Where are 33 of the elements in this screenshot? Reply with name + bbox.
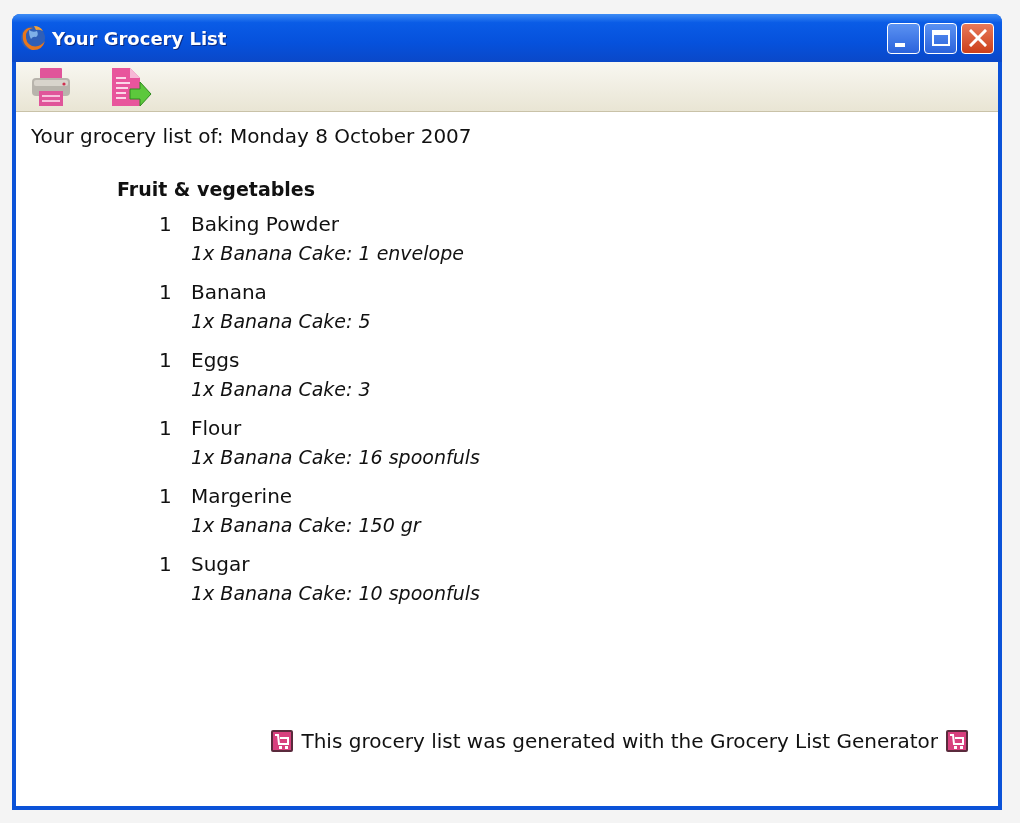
printer-icon[interactable]: [30, 66, 72, 107]
globe-icon: [20, 25, 46, 51]
item-name: Margerine: [191, 483, 294, 510]
maximize-icon: [931, 30, 950, 46]
maximize-button[interactable]: [924, 22, 957, 54]
footer-note: This grocery list was generated with the Grocery List Generator: [301, 729, 938, 753]
close-button[interactable]: [961, 22, 994, 54]
minimize-icon: [894, 43, 905, 47]
item-note: 1x Banana Cake: 3: [191, 377, 371, 402]
item-name: Eggs: [191, 347, 241, 374]
item-quantity: 1: [159, 551, 173, 578]
item-quantity: 1: [159, 279, 173, 306]
item-quantity: 1: [159, 415, 173, 442]
document-arrow-icon[interactable]: [110, 66, 152, 107]
item-quantity: 1: [159, 483, 173, 510]
cart-icon: [271, 730, 294, 752]
item-note: 1x Banana Cake: 16 spoonfuls: [191, 445, 480, 470]
close-icon: [968, 29, 987, 47]
item-note: 1x Banana Cake: 150 gr: [191, 513, 421, 538]
window-title: Your Grocery List: [52, 27, 227, 49]
item-name: Baking Powder: [191, 211, 340, 238]
list-date: Your grocery list of: Monday 8 October 2007: [31, 123, 472, 150]
item-quantity: 1: [159, 347, 173, 374]
minimize-button[interactable]: [887, 22, 920, 54]
cart-icon: [946, 730, 968, 752]
item-quantity: 1: [159, 211, 173, 238]
item-note: 1x Banana Cake: 10 spoonfuls: [191, 581, 480, 606]
item-name: Sugar: [191, 551, 251, 578]
item-note: 1x Banana Cake: 5: [191, 309, 371, 334]
item-note: 1x Banana Cake: 1 envelope: [191, 241, 464, 266]
item-name: Banana: [191, 279, 268, 306]
item-name: Flour: [191, 415, 243, 442]
category-heading: Fruit & vegetables: [117, 177, 316, 202]
